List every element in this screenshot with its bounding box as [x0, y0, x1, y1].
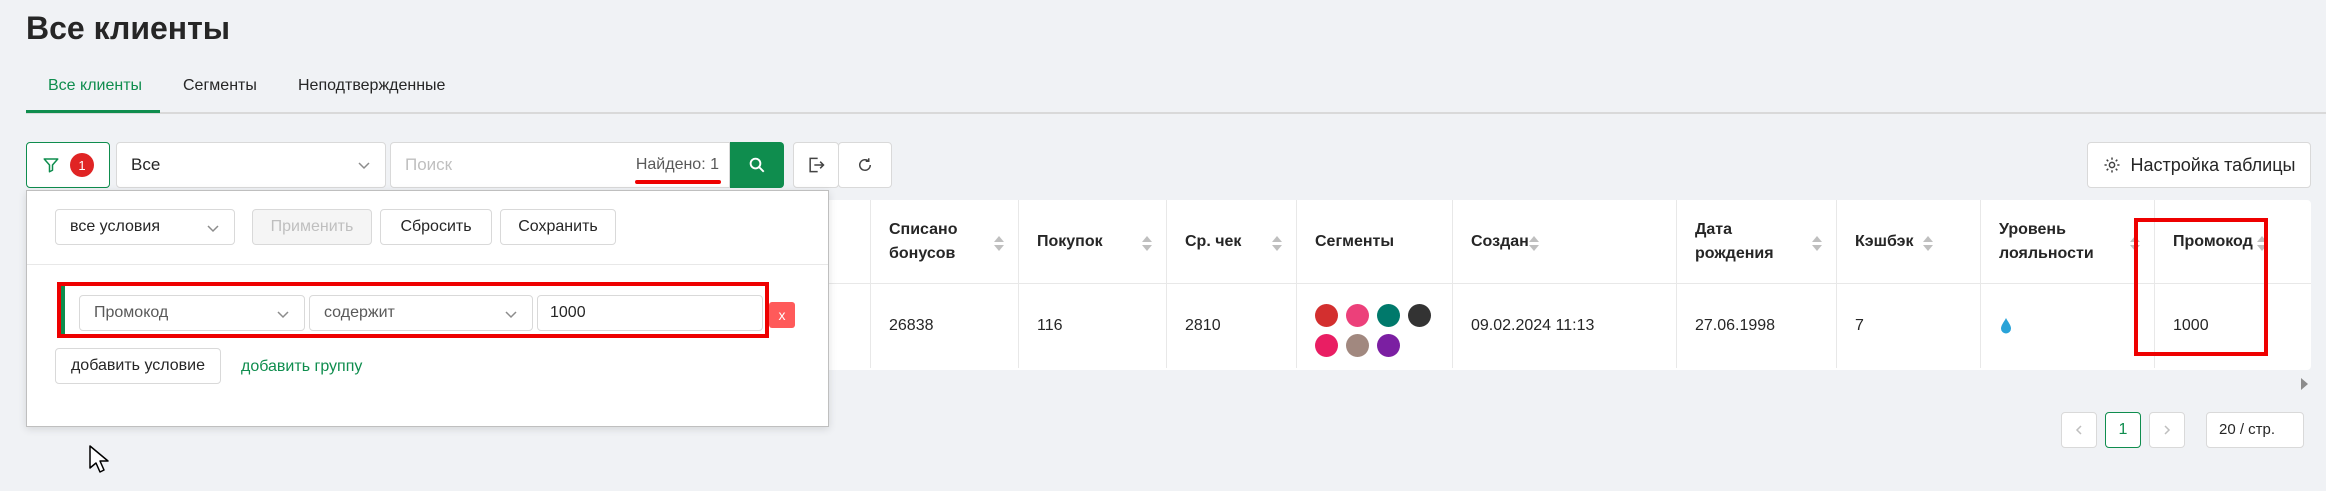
found-count: Найдено: 1	[635, 156, 719, 173]
cell-loyalty-level	[1980, 284, 2154, 368]
column-header-bonuses-spent[interactable]: Списано бонусов	[870, 200, 1018, 284]
water-drop-icon	[2001, 318, 2011, 334]
refresh-button[interactable]	[838, 142, 892, 188]
search-field: Найдено: 1	[390, 142, 730, 188]
cell-purchases: 116	[1018, 284, 1166, 368]
scroll-right-arrow[interactable]	[2301, 378, 2308, 390]
segment-dot	[1346, 333, 1369, 357]
annotation-highlight-promo	[2134, 218, 2268, 356]
conditions-mode-select[interactable]: все условия	[55, 209, 235, 245]
table-settings-button[interactable]: Настройка таблицы	[2087, 142, 2311, 188]
remove-condition-button[interactable]: x	[769, 302, 795, 328]
search-icon	[749, 157, 765, 173]
segment-dot	[1377, 333, 1400, 357]
prev-page-button[interactable]	[2061, 412, 2097, 448]
sort-icon	[1272, 236, 1282, 251]
chevron-down-icon	[207, 225, 219, 233]
sort-icon	[994, 236, 1004, 251]
next-page-button[interactable]	[2149, 412, 2185, 448]
chevron-left-icon	[2075, 425, 2082, 435]
cell-bonuses-spent: 26838	[870, 284, 1018, 368]
mouse-cursor-icon	[89, 445, 109, 473]
cell-segments	[1296, 284, 1452, 368]
page-title: Все клиенты	[26, 10, 231, 46]
tabs: Все клиенты Сегменты Неподтвержденные	[26, 66, 2326, 114]
reset-button[interactable]: Сбросить	[380, 209, 492, 245]
tab-segments[interactable]: Сегменты	[183, 66, 257, 114]
conditions-mode-value: все условия	[70, 218, 160, 235]
annotation-highlight-condition	[57, 282, 769, 338]
column-header-segments: Сегменты	[1296, 200, 1452, 284]
sort-icon	[1812, 236, 1822, 251]
active-tab-indicator	[26, 110, 160, 113]
tab-unconfirmed[interactable]: Неподтвержденные	[298, 66, 445, 114]
page-size-select[interactable]: 20 / стр.	[2206, 412, 2304, 448]
gear-icon	[2104, 157, 2119, 173]
cell-avg-check: 2810	[1166, 284, 1296, 368]
tab-all-clients[interactable]: Все клиенты	[48, 66, 142, 114]
table-settings-label: Настройка таблицы	[2130, 154, 2296, 175]
export-button[interactable]	[793, 142, 839, 188]
refresh-icon	[859, 158, 871, 171]
filter-panel-toolbar: все условия Применить Сбросить Сохранить	[27, 191, 828, 265]
segment-dot	[1346, 303, 1369, 327]
add-group-link[interactable]: добавить группу	[241, 358, 362, 376]
column-header-purchases[interactable]: Покупок	[1018, 200, 1166, 284]
segment-dot	[1377, 303, 1400, 327]
filter-count-badge: 1	[70, 153, 94, 177]
segment-dot	[1408, 303, 1431, 327]
filter-panel: все условия Применить Сбросить Сохранить…	[26, 190, 829, 427]
segment-select[interactable]: Все	[116, 142, 386, 188]
segment-select-value: Все	[131, 155, 161, 174]
segment-dot	[1315, 303, 1338, 327]
add-condition-button[interactable]: добавить условие	[55, 348, 221, 384]
column-header-cashback[interactable]: Кэшбэк	[1836, 200, 1980, 284]
sort-icon	[1529, 236, 1539, 251]
save-button[interactable]: Сохранить	[500, 209, 616, 245]
search-button[interactable]	[730, 142, 784, 188]
column-header-avg-check[interactable]: Ср. чек	[1166, 200, 1296, 284]
chevron-down-icon	[358, 162, 370, 170]
search-input[interactable]	[391, 143, 621, 187]
sort-icon	[1142, 236, 1152, 251]
filter-icon	[43, 158, 59, 173]
filter-button[interactable]: 1	[26, 142, 110, 188]
page-size-value: 20 / стр.	[2219, 421, 2276, 438]
page-number[interactable]: 1	[2105, 412, 2141, 448]
column-header-loyalty-level[interactable]: Уровень лояльности	[1980, 200, 2154, 284]
segment-dots	[1315, 296, 1432, 357]
apply-button[interactable]: Применить	[252, 209, 372, 245]
cell-birth-date: 27.06.1998	[1676, 284, 1836, 368]
column-header-birth-date[interactable]: Дата рождения	[1676, 200, 1836, 284]
cell-created: 09.02.2024 11:13	[1452, 284, 1676, 368]
sort-icon	[1923, 236, 1933, 251]
annotation-underline	[635, 180, 721, 184]
chevron-right-icon	[2164, 425, 2171, 435]
column-header-created[interactable]: Создан	[1452, 200, 1676, 284]
cell-cashback: 7	[1836, 284, 1980, 368]
export-icon	[809, 157, 825, 173]
segment-dot	[1315, 333, 1338, 357]
